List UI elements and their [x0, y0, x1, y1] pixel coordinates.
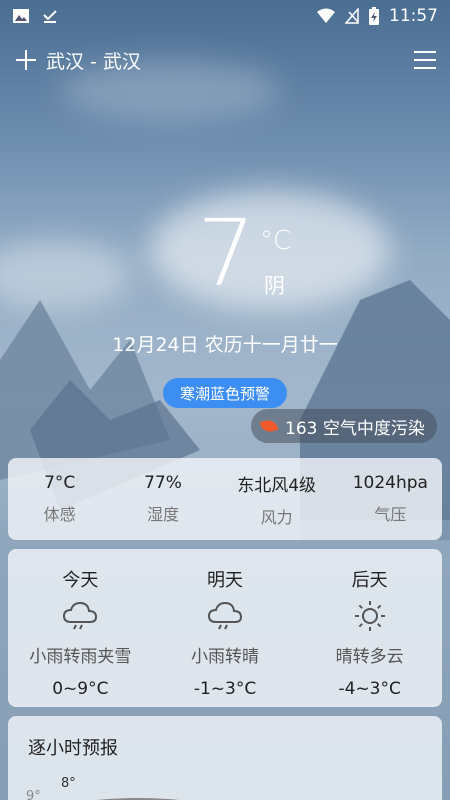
status-bar: 11:57 [0, 0, 450, 32]
forecast-today[interactable]: 今天 小雨转雨夹雪 0~9°C [8, 549, 153, 707]
wifi-icon [317, 8, 335, 23]
detail-wind: 东北风4级 风力 [215, 458, 339, 540]
forecast-tomorrow[interactable]: 明天 小雨转晴 -1~3°C [153, 549, 298, 707]
status-time: 11:57 [389, 6, 438, 26]
download-done-icon [43, 10, 57, 23]
detail-pressure: 1024hpa 气压 [339, 458, 442, 540]
hourly-temp-label: 8° [61, 776, 76, 791]
current-temperature: 7 [197, 200, 256, 307]
weather-warning-badge[interactable]: 寒潮蓝色预警 [163, 378, 287, 408]
temperature-unit: °C [260, 226, 292, 256]
forecast-description: 小雨转晴 [191, 647, 259, 667]
forecast-description: 晴转多云 [335, 647, 404, 667]
detail-value: 77% [144, 473, 182, 493]
detail-label: 气压 [374, 505, 407, 524]
forecast-day: 后天 [351, 570, 388, 591]
hourly-forecast-card: 逐小时预报 8° 9° [8, 716, 442, 800]
air-quality-badge[interactable]: 163 空气中度污染 [251, 409, 437, 443]
hourly-temp-curve [95, 798, 179, 800]
hourly-temp-label: 9° [26, 789, 41, 800]
hourly-forecast-title: 逐小时预报 [28, 738, 118, 759]
cloud-rain-icon [63, 601, 98, 630]
cloud-rain-icon [207, 601, 243, 630]
add-city-button[interactable] [14, 48, 38, 72]
detail-label: 湿度 [146, 505, 179, 524]
forecast-temperature: 0~9°C [52, 679, 109, 699]
forecast-temperature: -1~3°C [193, 679, 257, 699]
detail-label: 体感 [43, 505, 76, 524]
detail-label: 风力 [260, 507, 293, 527]
detail-value: 7°C [44, 473, 76, 493]
current-weather: 7 °C 阴 [0, 208, 450, 308]
image-notification-icon [13, 9, 29, 23]
no-signal-icon [345, 8, 359, 24]
menu-button[interactable] [414, 51, 436, 69]
forecast-temperature: -4~3°C [338, 679, 401, 699]
forecast-description: 小雨转雨夹雪 [29, 647, 132, 667]
detail-humidity: 77% 湿度 [111, 458, 214, 540]
date-line: 12月24日 农历十一月廿一 [112, 334, 338, 356]
air-quality-text: 163 空气中度污染 [285, 418, 425, 439]
detail-value: 1024hpa [352, 473, 428, 493]
forecast-day: 明天 [207, 570, 243, 591]
leaf-icon [259, 418, 279, 434]
detail-value: 东北风4级 [237, 475, 317, 496]
city-title[interactable]: 武汉 - 武汉 [46, 47, 141, 74]
weather-condition: 阴 [264, 274, 285, 298]
app-header: 武汉 - 武汉 [0, 40, 450, 80]
battery-charging-icon [369, 7, 379, 25]
weather-details-card: 7°C 体感 77% 湿度 东北风4级 风力 1024hpa 气压 [8, 458, 442, 540]
detail-feels-like: 7°C 体感 [8, 458, 111, 540]
forecast-day-after-tomorrow[interactable]: 后天 晴转多云 -4~3°C [297, 549, 442, 707]
three-day-forecast-card: 今天 小雨转雨夹雪 0~9°C 明天 小雨转晴 -1~3°C 后天 晴转多云 -… [8, 549, 442, 707]
sun-icon [354, 601, 385, 631]
forecast-day: 今天 [62, 570, 99, 591]
